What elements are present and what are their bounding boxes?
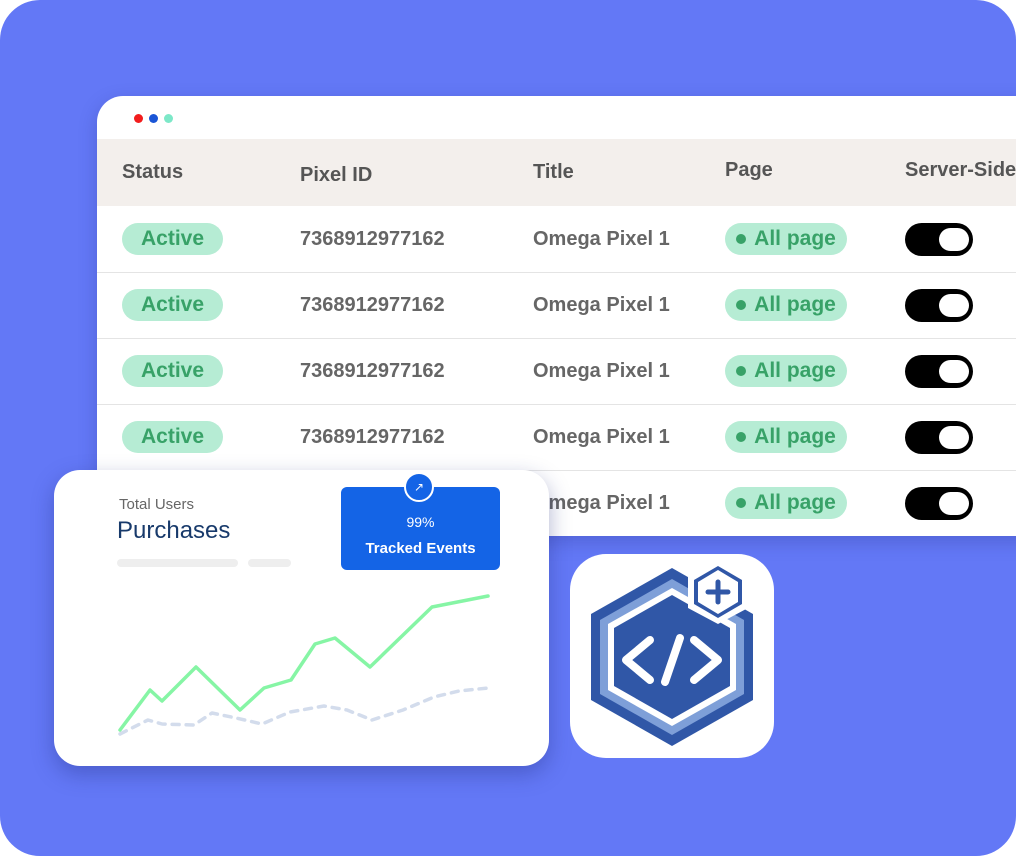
status-dot-icon (736, 498, 747, 508)
canvas: Status Pixel ID Title Page Server-Side A… (0, 0, 1016, 856)
header-title: Title (533, 161, 574, 183)
maximize-dot-icon[interactable] (164, 114, 173, 123)
title-cell: Omega Pixel 1 (533, 227, 670, 250)
page-label: All page (754, 359, 836, 382)
header-page: Page (725, 159, 773, 181)
tracked-percent: 99% (406, 514, 435, 530)
status-badge: Active (122, 223, 223, 255)
server-side-toggle[interactable] (905, 222, 973, 256)
pixel-id-cell: 7368912977162 (300, 359, 445, 382)
pixel-id-cell: 7368912977162 (300, 227, 445, 250)
header-server-side: Server-Side (905, 159, 1016, 181)
server-side-cell (905, 404, 973, 470)
page-cell: All page (725, 206, 847, 272)
server-side-toggle[interactable] (905, 288, 973, 322)
status-badge: Active (122, 289, 223, 321)
status-badge: Active (122, 421, 223, 453)
minimize-dot-icon[interactable] (149, 114, 158, 123)
status-dot-icon (736, 432, 747, 442)
pixel-id-cell: 7368912977162 (300, 293, 445, 316)
table-row[interactable]: Active 7368912977162 Omega Pixel 1 All page (97, 272, 1016, 339)
analytics-card: Total Users Purchases ↗ 99% Tracked Even… (54, 470, 549, 766)
page-badge: All page (725, 355, 847, 387)
status-cell: Active (122, 404, 223, 470)
status-badge: Active (122, 355, 223, 387)
server-side-cell (905, 470, 973, 536)
page-cell: All page (725, 272, 847, 338)
page-badge: All page (725, 223, 847, 255)
arrow-up-right-icon[interactable]: ↗ (404, 472, 434, 502)
tracked-events-box: ↗ 99% Tracked Events (341, 472, 500, 570)
page-cell: All page (725, 338, 847, 404)
tracked-line-secondary (118, 686, 490, 736)
page-cell: All page (725, 470, 847, 536)
title-cell: Omega Pixel 1 (533, 293, 670, 316)
close-dot-icon[interactable] (134, 114, 143, 123)
title-cell: Omega Pixel 1 (533, 491, 670, 514)
status-dot-icon (736, 366, 747, 376)
header-pixel-id: Pixel ID (300, 164, 373, 186)
page-badge: All page (725, 421, 847, 453)
server-side-cell (905, 206, 973, 272)
toggle-knob (939, 227, 969, 251)
window-controls (134, 114, 173, 123)
page-badge: All page (725, 289, 847, 321)
page-label: All page (754, 425, 836, 448)
server-side-cell (905, 338, 973, 404)
server-side-toggle[interactable] (905, 354, 973, 388)
page-label: All page (754, 227, 836, 250)
app-icon[interactable] (570, 554, 774, 758)
code-plus-icon (591, 560, 753, 746)
server-side-toggle[interactable] (905, 420, 973, 454)
page-badge: All page (725, 487, 847, 519)
title-cell: Omega Pixel 1 (533, 425, 670, 448)
server-side-cell (905, 272, 973, 338)
table-row[interactable]: Active 7368912977162 Omega Pixel 1 All page (97, 338, 1016, 405)
header-status: Status (122, 161, 184, 183)
status-cell: Active (122, 272, 223, 338)
tracked-label: Tracked Events (365, 540, 476, 557)
page-label: All page (754, 491, 836, 514)
title-cell: Omega Pixel 1 (533, 359, 670, 382)
status-dot-icon (736, 300, 747, 310)
page-label: All page (754, 293, 836, 316)
server-side-toggle[interactable] (905, 486, 973, 520)
toggle-knob (939, 425, 969, 449)
table-row[interactable]: Active 7368912977162 Omega Pixel 1 All page (97, 404, 1016, 471)
pixel-id-cell: 7368912977162 (300, 425, 445, 448)
toggle-knob (939, 359, 969, 383)
toggle-knob (939, 491, 969, 515)
table-header: Status Pixel ID Title Page Server-Side (97, 139, 1016, 206)
status-cell: Active (122, 338, 223, 404)
toggle-knob (939, 293, 969, 317)
page-cell: All page (725, 404, 847, 470)
status-dot-icon (736, 234, 747, 244)
table-row[interactable]: Active 7368912977162 Omega Pixel 1 All page (97, 206, 1016, 273)
status-cell: Active (122, 206, 223, 272)
